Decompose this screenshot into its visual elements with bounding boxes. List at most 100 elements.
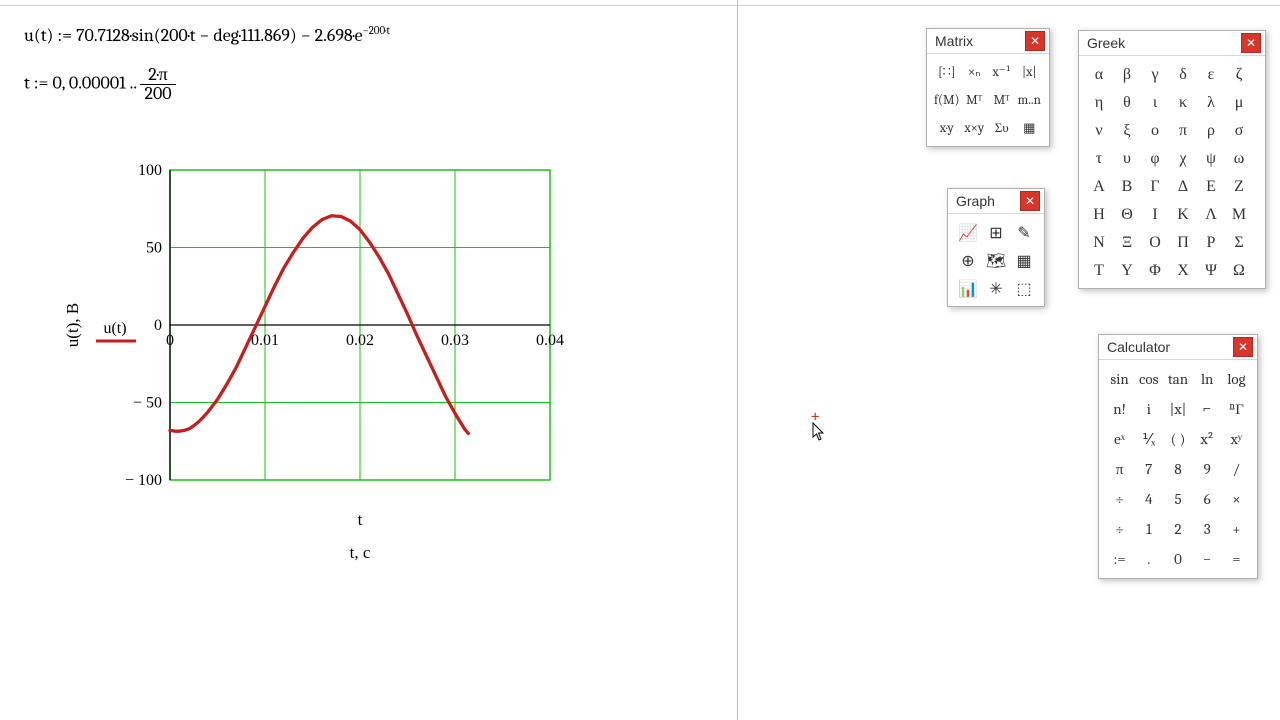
palette-button[interactable]: . bbox=[1134, 544, 1163, 574]
palette-button[interactable]: 6 bbox=[1193, 484, 1222, 514]
palette-button[interactable]: ε bbox=[1197, 60, 1225, 88]
palette-button[interactable]: Υ bbox=[1113, 256, 1141, 284]
palette-button[interactable]: x×y bbox=[961, 114, 989, 142]
palette-button[interactable]: σ bbox=[1225, 116, 1253, 144]
palette-button[interactable]: β bbox=[1113, 60, 1141, 88]
palette-button[interactable]: x² bbox=[1193, 424, 1222, 454]
palette-button[interactable]: log bbox=[1222, 364, 1251, 394]
palette-button[interactable]: ⬚ bbox=[1010, 274, 1038, 302]
palette-button[interactable]: 3 bbox=[1193, 514, 1222, 544]
palette-button[interactable]: Λ bbox=[1197, 200, 1225, 228]
palette-button[interactable]: Β bbox=[1113, 172, 1141, 200]
graph-close-button[interactable]: ✕ bbox=[1020, 191, 1040, 211]
palette-button[interactable]: Ρ bbox=[1197, 228, 1225, 256]
palette-button[interactable]: 4 bbox=[1134, 484, 1163, 514]
palette-button[interactable]: ρ bbox=[1197, 116, 1225, 144]
palette-button[interactable]: λ bbox=[1197, 88, 1225, 116]
palette-button[interactable]: π bbox=[1105, 454, 1134, 484]
palette-button[interactable]: Θ bbox=[1113, 200, 1141, 228]
palette-button[interactable]: × bbox=[1222, 484, 1251, 514]
palette-button[interactable]: ▦ bbox=[1010, 246, 1038, 274]
palette-button[interactable]: θ bbox=[1113, 88, 1141, 116]
palette-button[interactable]: i bbox=[1134, 394, 1163, 424]
palette-button[interactable]: μ bbox=[1225, 88, 1253, 116]
palette-button[interactable]: ζ bbox=[1225, 60, 1253, 88]
palette-button[interactable]: Mᵀ bbox=[961, 86, 989, 114]
graph-palette-title-bar[interactable]: Graph ✕ bbox=[948, 189, 1044, 214]
palette-button[interactable]: δ bbox=[1169, 60, 1197, 88]
palette-button[interactable]: ⊕ bbox=[954, 246, 982, 274]
palette-button[interactable]: Σ bbox=[1225, 228, 1253, 256]
greek-palette-title-bar[interactable]: Greek ✕ bbox=[1079, 31, 1265, 56]
palette-button[interactable]: ln bbox=[1193, 364, 1222, 394]
palette-button[interactable]: n! bbox=[1105, 394, 1134, 424]
palette-button[interactable]: η bbox=[1085, 88, 1113, 116]
palette-button[interactable]: − bbox=[1193, 544, 1222, 574]
palette-button[interactable]: τ bbox=[1085, 144, 1113, 172]
palette-button[interactable]: ÷ bbox=[1105, 484, 1134, 514]
palette-button[interactable]: φ bbox=[1141, 144, 1169, 172]
palette-button[interactable]: 7 bbox=[1134, 454, 1163, 484]
palette-button[interactable]: υ bbox=[1113, 144, 1141, 172]
matrix-palette-title-bar[interactable]: Matrix ✕ bbox=[927, 29, 1049, 54]
palette-button[interactable]: Ι bbox=[1141, 200, 1169, 228]
palette-button[interactable]: Ε bbox=[1197, 172, 1225, 200]
palette-button[interactable]: ✎ bbox=[1010, 218, 1038, 246]
palette-button[interactable]: ÷ bbox=[1105, 514, 1134, 544]
calculator-close-button[interactable]: ✕ bbox=[1233, 337, 1253, 357]
palette-button[interactable]: Α bbox=[1085, 172, 1113, 200]
palette-button[interactable]: |x| bbox=[1163, 394, 1192, 424]
calculator-palette[interactable]: Calculator ✕ sincostanlnlogn!i|x|⌐ⁿΓeˣ⅟ₓ… bbox=[1098, 334, 1258, 579]
palette-button[interactable]: ο bbox=[1141, 116, 1169, 144]
greek-close-button[interactable]: ✕ bbox=[1241, 33, 1261, 53]
palette-button[interactable]: 0 bbox=[1163, 544, 1192, 574]
palette-button[interactable]: γ bbox=[1141, 60, 1169, 88]
palette-button[interactable]: Ν bbox=[1085, 228, 1113, 256]
palette-button[interactable]: Τ bbox=[1085, 256, 1113, 284]
palette-button[interactable]: xʸ bbox=[1222, 424, 1251, 454]
palette-button[interactable]: Mᵀ bbox=[988, 86, 1016, 114]
palette-button[interactable]: ψ bbox=[1197, 144, 1225, 172]
palette-button[interactable]: sin bbox=[1105, 364, 1134, 394]
palette-button[interactable]: 9 bbox=[1193, 454, 1222, 484]
palette-button[interactable]: Ω bbox=[1225, 256, 1253, 284]
palette-button[interactable]: Ψ bbox=[1197, 256, 1225, 284]
palette-button[interactable]: ι bbox=[1141, 88, 1169, 116]
palette-button[interactable]: 2 bbox=[1163, 514, 1192, 544]
palette-button[interactable]: Χ bbox=[1169, 256, 1197, 284]
palette-button[interactable]: ν bbox=[1085, 116, 1113, 144]
palette-button[interactable]: Ξ bbox=[1113, 228, 1141, 256]
palette-button[interactable]: Π bbox=[1169, 228, 1197, 256]
palette-button[interactable]: f(M) bbox=[933, 86, 961, 114]
palette-button[interactable]: Συ bbox=[988, 114, 1016, 142]
palette-button[interactable]: Γ bbox=[1141, 172, 1169, 200]
palette-button[interactable]: ▦ bbox=[1016, 114, 1044, 142]
palette-button[interactable]: ✳ bbox=[982, 274, 1010, 302]
palette-button[interactable]: [∷] bbox=[933, 58, 961, 86]
palette-button[interactable]: Ζ bbox=[1225, 172, 1253, 200]
palette-button[interactable]: ⁿΓ bbox=[1222, 394, 1251, 424]
calculator-palette-title-bar[interactable]: Calculator ✕ bbox=[1099, 335, 1257, 360]
palette-button[interactable]: Ο bbox=[1141, 228, 1169, 256]
palette-button[interactable]: α bbox=[1085, 60, 1113, 88]
palette-button[interactable]: Φ bbox=[1141, 256, 1169, 284]
palette-button[interactable]: κ bbox=[1169, 88, 1197, 116]
palette-button[interactable]: m..n bbox=[1016, 86, 1044, 114]
matrix-close-button[interactable]: ✕ bbox=[1025, 31, 1045, 51]
palette-button[interactable]: ×ₙ bbox=[961, 58, 989, 86]
matrix-palette[interactable]: Matrix ✕ [∷]×ₙx⁻¹|x|f(M)MᵀMᵀm..nx·yx×yΣυ… bbox=[926, 28, 1050, 147]
palette-button[interactable]: 1 bbox=[1134, 514, 1163, 544]
palette-button[interactable]: Δ bbox=[1169, 172, 1197, 200]
palette-button[interactable]: Η bbox=[1085, 200, 1113, 228]
palette-button[interactable]: cos bbox=[1134, 364, 1163, 394]
palette-button[interactable]: ξ bbox=[1113, 116, 1141, 144]
palette-button[interactable]: 📊 bbox=[954, 274, 982, 302]
palette-button[interactable]: 📈 bbox=[954, 218, 982, 246]
palette-button[interactable]: x⁻¹ bbox=[988, 58, 1016, 86]
palette-button[interactable]: |x| bbox=[1016, 58, 1044, 86]
palette-button[interactable]: Μ bbox=[1225, 200, 1253, 228]
palette-button[interactable]: ω bbox=[1225, 144, 1253, 172]
palette-button[interactable]: + bbox=[1222, 514, 1251, 544]
palette-button[interactable]: / bbox=[1222, 454, 1251, 484]
palette-button[interactable]: tan bbox=[1163, 364, 1192, 394]
